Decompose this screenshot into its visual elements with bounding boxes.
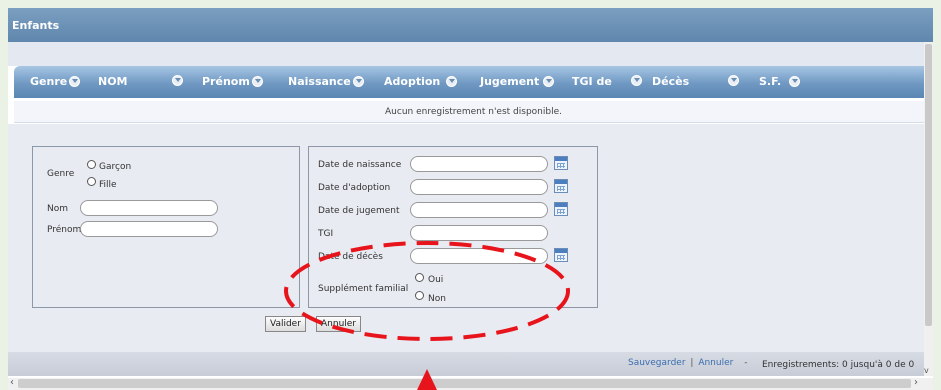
date-jugement-label: Date de jugement bbox=[318, 206, 400, 216]
scroll-down-icon[interactable]: v bbox=[924, 366, 929, 375]
prenom-label: Prénom bbox=[47, 225, 82, 235]
column-header-sf[interactable]: S.F. bbox=[759, 75, 801, 88]
column-header-prenom[interactable]: Prénom bbox=[202, 75, 263, 88]
vertical-scroll-thumb[interactable] bbox=[925, 44, 932, 326]
scroll-right-icon[interactable]: › bbox=[914, 377, 918, 388]
footer-separator: | bbox=[690, 358, 694, 368]
empty-grid-message: Aucun enregistrement n'est disponible. bbox=[14, 101, 933, 123]
scroll-left-icon[interactable]: ‹ bbox=[10, 377, 14, 388]
column-header-adoption[interactable]: Adoption bbox=[384, 75, 458, 88]
calendar-icon[interactable] bbox=[554, 156, 568, 170]
column-header-deces[interactable]: Décès bbox=[652, 75, 689, 88]
identity-fieldset: Genre Garçon Fille Nom Prénom bbox=[32, 146, 300, 308]
date-jugement-input[interactable] bbox=[410, 202, 548, 218]
sort-icon[interactable] bbox=[446, 76, 458, 87]
supplement-familial-label: Supplément familial bbox=[318, 284, 409, 294]
date-adoption-input[interactable] bbox=[410, 179, 548, 195]
sort-icon[interactable] bbox=[352, 76, 364, 87]
toolbar-area bbox=[8, 42, 933, 66]
prenom-input[interactable] bbox=[80, 221, 218, 237]
radio-non[interactable] bbox=[415, 291, 424, 300]
date-naissance-input[interactable] bbox=[410, 156, 548, 172]
sort-icon[interactable] bbox=[631, 75, 642, 86]
calendar-icon[interactable] bbox=[554, 248, 568, 262]
radio-oui-label: Oui bbox=[428, 275, 444, 285]
column-header-naissance[interactable]: Naissance bbox=[288, 75, 364, 88]
sort-icon[interactable] bbox=[543, 76, 555, 87]
date-naissance-label: Date de naissance bbox=[318, 160, 402, 170]
window-title: Enfants bbox=[8, 8, 933, 42]
radio-garcon[interactable] bbox=[87, 160, 96, 169]
column-header-genre[interactable]: Genre bbox=[30, 75, 81, 88]
radio-garcon-label: Garçon bbox=[99, 162, 132, 172]
radio-fille[interactable] bbox=[87, 177, 96, 186]
nom-label: Nom bbox=[47, 204, 69, 214]
date-adoption-label: Date d'adoption bbox=[318, 183, 391, 193]
sort-icon[interactable] bbox=[728, 75, 739, 86]
records-count: Enregistrements: 0 jusqu'à 0 de 0 bbox=[762, 360, 915, 370]
sort-icon[interactable] bbox=[172, 75, 183, 86]
calendar-icon[interactable] bbox=[554, 202, 568, 216]
sort-icon[interactable] bbox=[69, 76, 81, 87]
radio-non-label: Non bbox=[428, 294, 446, 304]
date-deces-label: Date de décès bbox=[318, 252, 383, 262]
radio-oui[interactable] bbox=[415, 273, 424, 282]
grid-header: Genre NOM Prénom Naissance Adoption Juge… bbox=[14, 66, 933, 98]
annuler-button[interactable]: Annuler bbox=[316, 316, 362, 332]
date-deces-input[interactable] bbox=[410, 248, 548, 264]
footer-links: Sauvegarder | Annuler - bbox=[628, 358, 749, 368]
grid-footer: Sauvegarder | Annuler - Enregistrements:… bbox=[8, 352, 924, 376]
genre-label: Genre bbox=[47, 169, 75, 179]
sort-icon[interactable] bbox=[789, 76, 801, 87]
radio-fille-label: Fille bbox=[99, 180, 117, 190]
annuler-link[interactable]: Annuler bbox=[698, 358, 733, 368]
tgi-label: TGI bbox=[318, 229, 334, 239]
edit-form: Genre Garçon Fille Nom Prénom Date de na… bbox=[8, 124, 924, 352]
column-header-nom[interactable]: NOM bbox=[98, 75, 128, 88]
horizontal-scroll-thumb[interactable] bbox=[18, 379, 911, 388]
sort-icon[interactable] bbox=[251, 76, 263, 87]
dates-fieldset: Date de naissance Date d'adoption Date d… bbox=[308, 146, 598, 308]
tgi-input[interactable] bbox=[410, 225, 548, 241]
calendar-icon[interactable] bbox=[554, 179, 568, 193]
column-header-tgi[interactable]: TGI de bbox=[572, 75, 612, 88]
valider-button[interactable]: Valider bbox=[265, 316, 306, 332]
footer-dash: - bbox=[744, 358, 748, 368]
nom-input[interactable] bbox=[80, 200, 218, 216]
column-header-jugement[interactable]: Jugement bbox=[480, 75, 555, 88]
sauvegarder-link[interactable]: Sauvegarder bbox=[628, 358, 686, 368]
